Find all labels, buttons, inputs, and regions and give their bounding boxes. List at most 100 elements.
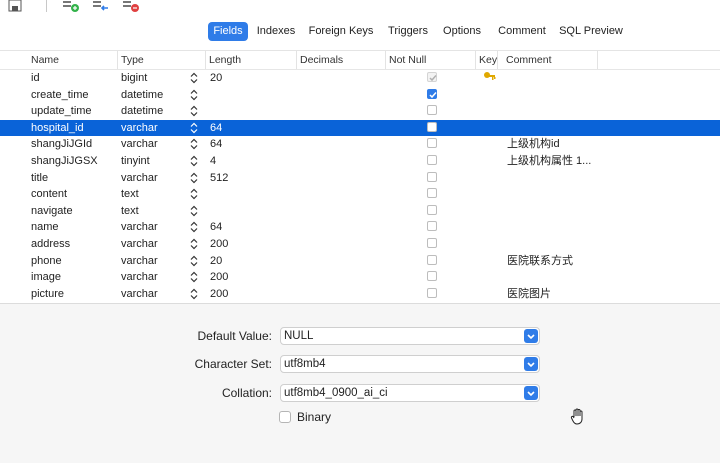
field-length-cell[interactable] [210, 87, 290, 103]
field-length-cell[interactable]: 64 [210, 120, 290, 136]
not-null-checkbox[interactable] [427, 254, 437, 265]
field-type-cell[interactable]: varchar [121, 219, 185, 235]
field-name-cell[interactable]: id [31, 70, 116, 86]
field-type-cell[interactable]: varchar [121, 170, 185, 186]
not-null-checkbox[interactable] [427, 88, 437, 99]
field-length-cell[interactable]: 512 [210, 170, 290, 186]
type-stepper-icon[interactable] [190, 238, 198, 250]
field-type-cell[interactable]: tinyint [121, 153, 185, 169]
not-null-checkbox[interactable] [427, 138, 437, 149]
tab-fields[interactable]: Fields [208, 22, 248, 41]
field-type-cell[interactable]: varchar [121, 136, 185, 152]
table-row[interactable]: update_time datetime [0, 103, 720, 119]
tab-options[interactable]: Options [439, 22, 485, 41]
table-row[interactable]: hospital_id varchar 64 [0, 119, 720, 136]
default-value-select[interactable]: NULL [280, 327, 540, 345]
field-type-cell[interactable]: datetime [121, 103, 185, 119]
type-stepper-icon[interactable] [190, 221, 198, 233]
insert-field-icon[interactable] [92, 0, 114, 12]
not-null-checkbox[interactable] [427, 204, 437, 215]
field-type-cell[interactable]: varchar [121, 286, 185, 302]
field-comment-cell[interactable]: 医院图片 [507, 286, 602, 302]
column-header-name[interactable]: Name [28, 51, 118, 69]
field-name-cell[interactable]: content [31, 186, 116, 202]
table-row[interactable]: image varchar 200 [0, 269, 720, 285]
field-comment-cell[interactable]: 上级机构属性 1... [507, 153, 602, 169]
field-comment-cell[interactable] [507, 87, 602, 103]
field-length-cell[interactable]: 200 [210, 269, 290, 285]
field-name-cell[interactable]: create_time [31, 87, 116, 103]
field-comment-cell[interactable] [507, 219, 602, 235]
type-stepper-icon[interactable] [190, 288, 198, 300]
table-row[interactable]: create_time datetime [0, 87, 720, 103]
not-null-checkbox[interactable] [427, 188, 437, 199]
field-length-cell[interactable]: 64 [210, 219, 290, 235]
table-row[interactable]: id bigint 20 [0, 70, 720, 86]
field-comment-cell[interactable] [507, 70, 602, 86]
not-null-checkbox[interactable] [427, 72, 437, 82]
field-comment-cell[interactable] [507, 120, 602, 136]
column-header-length[interactable]: Length [206, 51, 297, 69]
field-comment-cell[interactable] [507, 269, 602, 285]
field-name-cell[interactable]: title [31, 170, 116, 186]
field-name-cell[interactable]: update_time [31, 103, 116, 119]
add-field-icon[interactable] [62, 0, 84, 12]
type-stepper-icon[interactable] [190, 172, 198, 184]
field-type-cell[interactable]: text [121, 186, 185, 202]
tab-sql-preview[interactable]: SQL Preview [558, 22, 624, 41]
type-stepper-icon[interactable] [190, 105, 198, 117]
field-comment-cell[interactable] [507, 236, 602, 252]
table-row[interactable]: name varchar 64 [0, 219, 720, 235]
field-length-cell[interactable] [210, 103, 290, 119]
chevron-down-icon[interactable] [524, 357, 538, 371]
not-null-checkbox[interactable] [427, 155, 437, 165]
type-stepper-icon[interactable] [190, 122, 198, 134]
save-icon[interactable] [8, 0, 30, 12]
delete-field-icon[interactable] [122, 0, 144, 12]
not-null-checkbox[interactable] [427, 105, 437, 116]
field-length-cell[interactable] [210, 186, 290, 202]
field-name-cell[interactable]: address [31, 236, 116, 252]
field-length-cell[interactable]: 4 [210, 153, 290, 169]
character-set-select[interactable]: utf8mb4 [280, 355, 540, 373]
field-comment-cell[interactable] [507, 203, 602, 219]
field-comment-cell[interactable] [507, 103, 602, 119]
not-null-checkbox[interactable] [427, 287, 437, 298]
field-type-cell[interactable]: varchar [121, 236, 185, 252]
not-null-checkbox[interactable] [427, 121, 437, 132]
type-stepper-icon[interactable] [190, 188, 198, 200]
type-stepper-icon[interactable] [190, 138, 198, 150]
collation-select[interactable]: utf8mb4_0900_ai_ci [280, 384, 540, 402]
field-type-cell[interactable]: bigint [121, 70, 185, 86]
field-name-cell[interactable]: picture [31, 286, 116, 302]
table-row[interactable]: address varchar 200 [0, 236, 720, 252]
field-type-cell[interactable]: varchar [121, 253, 185, 269]
field-type-cell[interactable]: varchar [121, 120, 185, 136]
type-stepper-icon[interactable] [190, 271, 198, 283]
field-name-cell[interactable]: hospital_id [31, 120, 116, 136]
field-type-cell[interactable]: datetime [121, 87, 185, 103]
field-length-cell[interactable]: 20 [210, 70, 290, 86]
field-type-cell[interactable]: text [121, 203, 185, 219]
field-name-cell[interactable]: shangJiJGId [31, 136, 116, 152]
field-comment-cell[interactable]: 医院联系方式 [507, 253, 602, 269]
field-name-cell[interactable]: phone [31, 253, 116, 269]
field-length-cell[interactable]: 200 [210, 236, 290, 252]
tab-triggers[interactable]: Triggers [383, 22, 433, 41]
column-header-key[interactable]: Key [476, 51, 498, 69]
table-row[interactable]: picture varchar 200 医院图片 [0, 286, 720, 302]
column-header-not-null[interactable]: Not Null [386, 51, 476, 69]
chevron-down-icon[interactable] [524, 386, 538, 400]
field-length-cell[interactable]: 64 [210, 136, 290, 152]
type-stepper-icon[interactable] [190, 89, 198, 101]
field-length-cell[interactable]: 20 [210, 253, 290, 269]
field-comment-cell[interactable]: 上级机构id [507, 136, 602, 152]
type-stepper-icon[interactable] [190, 155, 198, 167]
field-comment-cell[interactable] [507, 170, 602, 186]
column-header-type[interactable]: Type [118, 51, 206, 69]
type-stepper-icon[interactable] [190, 72, 198, 84]
chevron-down-icon[interactable] [524, 329, 538, 343]
column-header-decimals[interactable]: Decimals [297, 51, 386, 69]
field-type-cell[interactable]: varchar [121, 269, 185, 285]
field-name-cell[interactable]: name [31, 219, 116, 235]
